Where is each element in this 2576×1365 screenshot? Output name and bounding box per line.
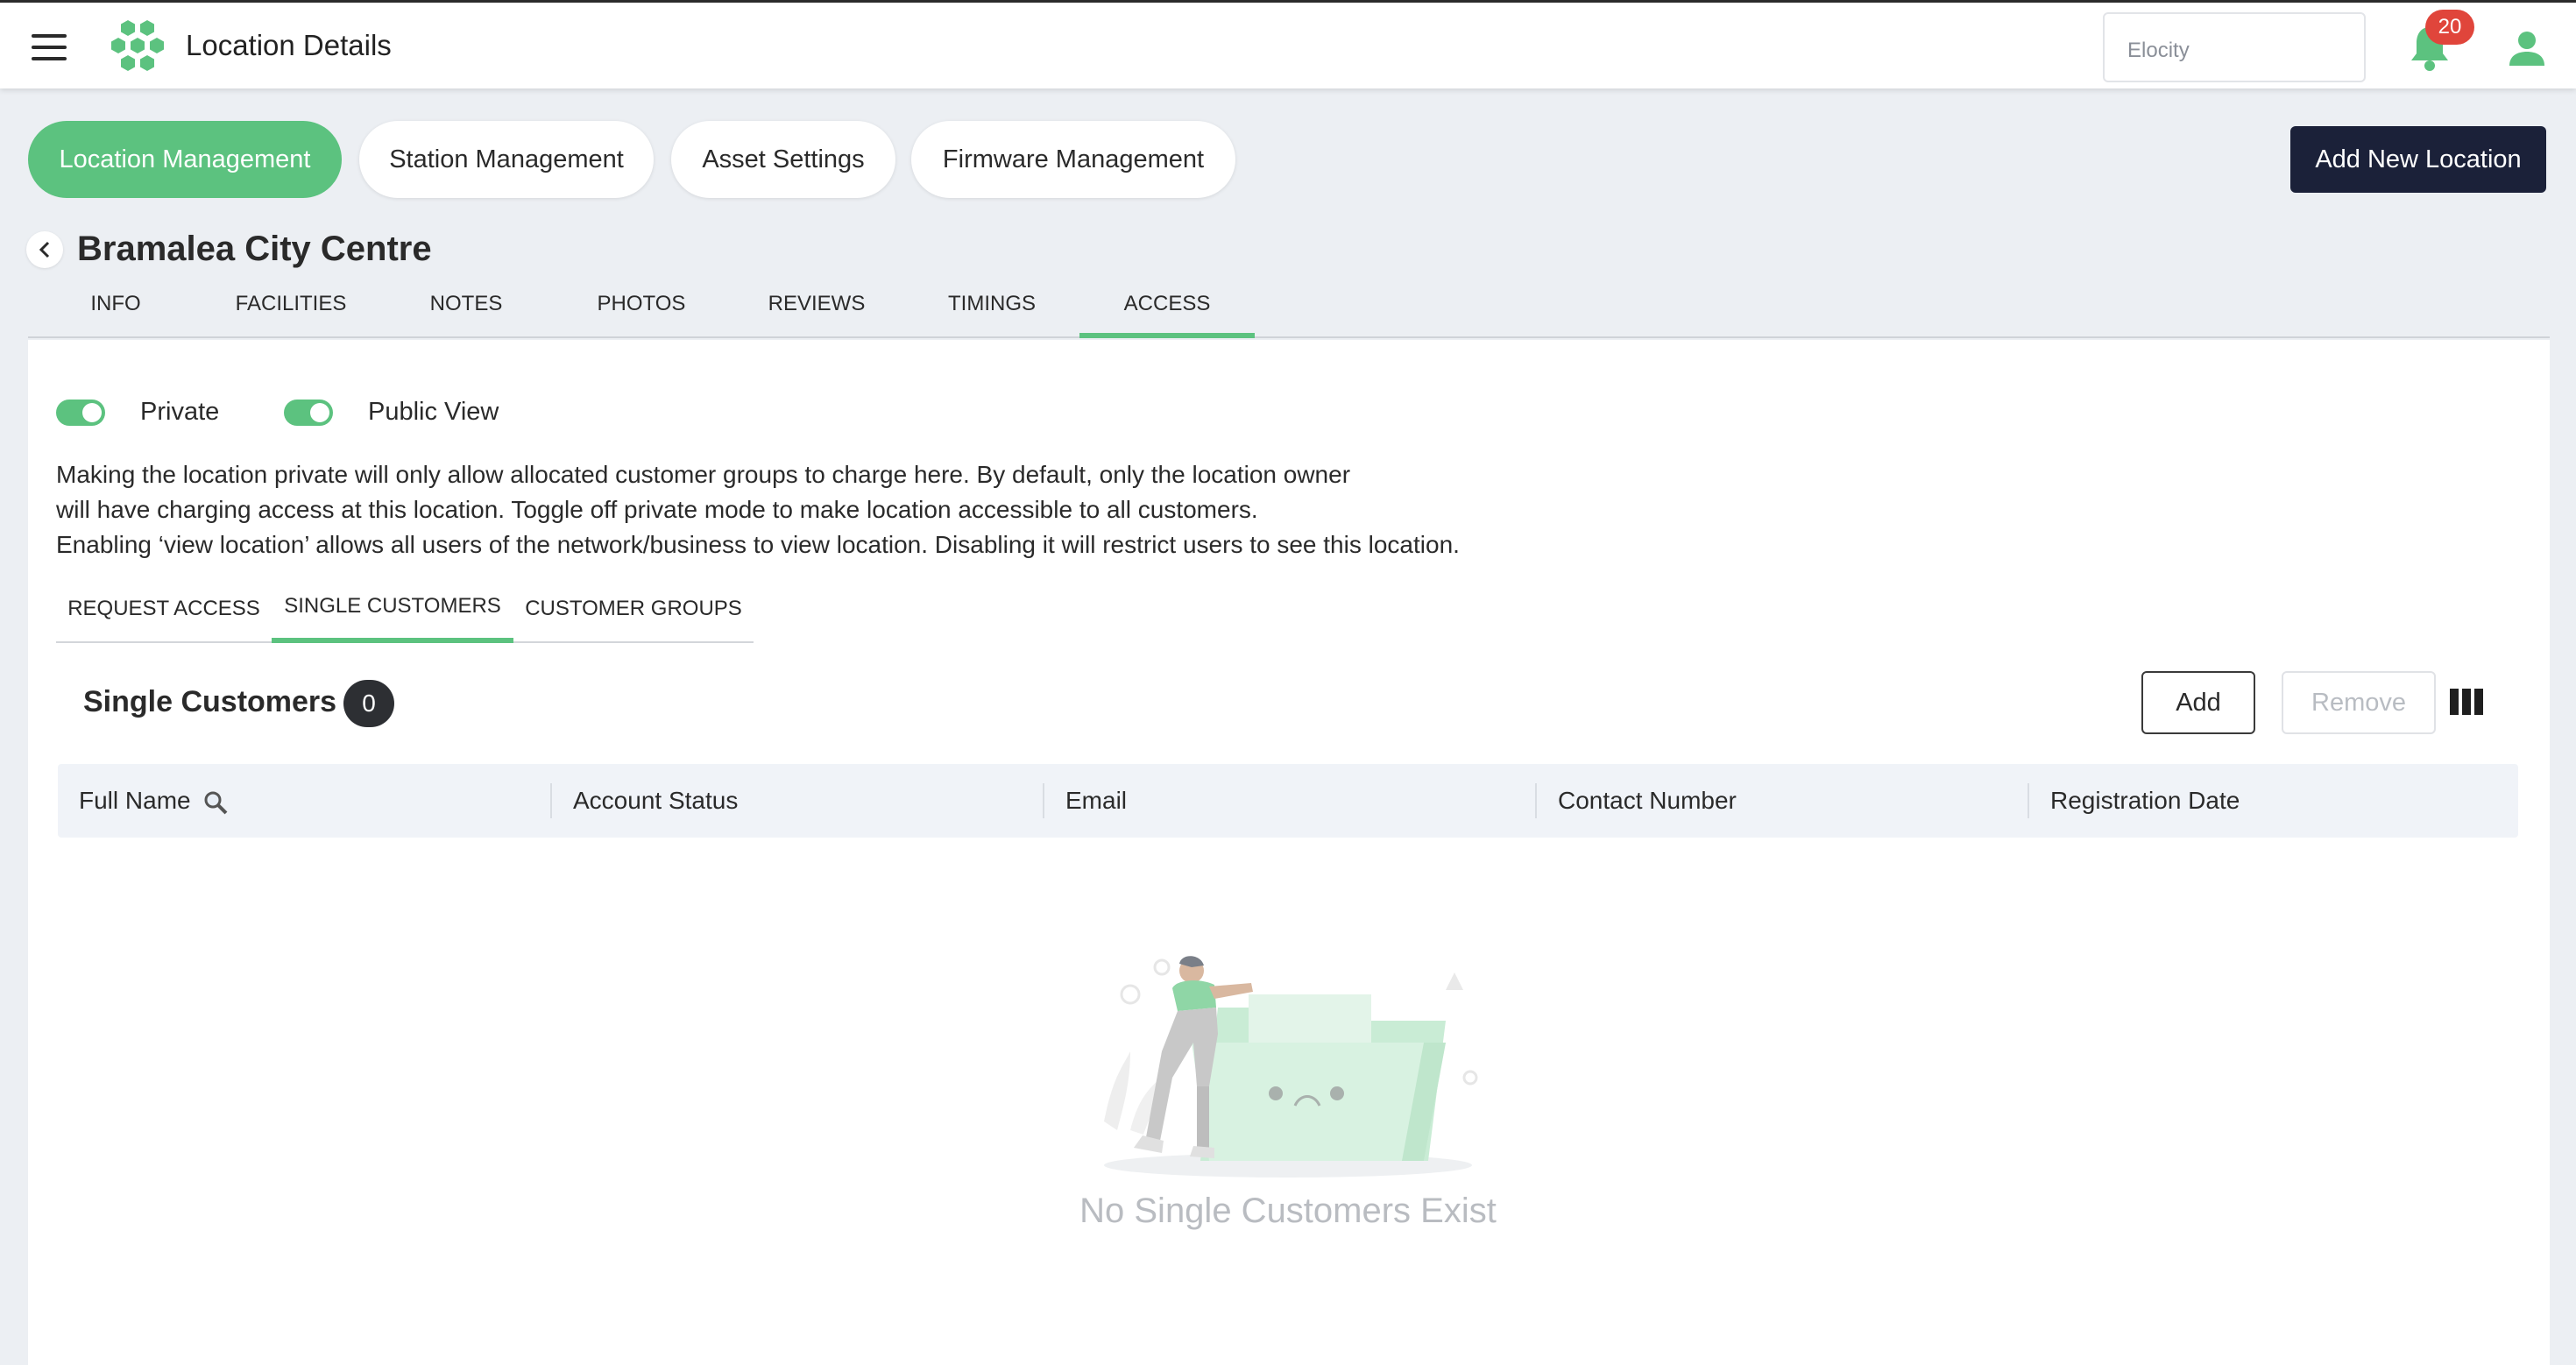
chevron-left-icon [39, 241, 50, 258]
columns-icon[interactable] [2450, 689, 2483, 715]
nav-location-management[interactable]: Location Management [28, 121, 342, 198]
subtab-single-customers[interactable]: SINGLE CUSTOMERS [272, 580, 513, 643]
section-title: Single Customers [83, 685, 337, 718]
column-header-registration-date[interactable]: Registration Date [2028, 783, 2518, 818]
access-description-line-1: Making the location private will only al… [56, 461, 1351, 488]
tab-info[interactable]: INFO [28, 279, 203, 338]
search-icon[interactable] [202, 789, 229, 816]
column-header-account-status[interactable]: Account Status [550, 783, 1043, 818]
top-bar: Location Details Elocity 20 [0, 0, 2576, 88]
access-description-line-2: will have charging access at this locati… [56, 496, 1258, 523]
empty-state-message: No Single Customers Exist [1079, 1192, 1497, 1230]
empty-folder-illustration [1104, 956, 1478, 1178]
nav-station-management[interactable]: Station Management [359, 121, 654, 198]
add-new-location-button[interactable]: Add New Location [2290, 126, 2546, 193]
column-header-contact-number[interactable]: Contact Number [1535, 783, 2028, 818]
notification-badge: 20 [2425, 10, 2474, 45]
public-view-toggle[interactable] [284, 400, 333, 426]
tab-photos[interactable]: PHOTOS [554, 279, 729, 338]
column-header-full-name[interactable]: Full Name [58, 764, 552, 838]
tab-access[interactable]: ACCESS [1079, 279, 1255, 338]
subtab-request-access[interactable]: REQUEST ACCESS [56, 580, 272, 643]
menu-icon[interactable] [32, 34, 67, 60]
column-label: Full Name [79, 787, 191, 814]
hexagon-logo-icon [111, 20, 164, 71]
add-customer-button[interactable]: Add [2141, 671, 2255, 734]
tab-reviews[interactable]: REVIEWS [729, 279, 904, 338]
access-subtabs: REQUEST ACCESS SINGLE CUSTOMERS CUSTOMER… [56, 580, 754, 643]
tab-facilities[interactable]: FACILITIES [203, 279, 379, 338]
access-description-line-3: Enabling ‘view location’ allows all user… [56, 531, 1460, 558]
column-header-email[interactable]: Email [1043, 783, 1535, 818]
organization-select[interactable]: Elocity [2103, 12, 2366, 82]
remove-customer-button: Remove [2282, 671, 2436, 734]
nav-asset-settings[interactable]: Asset Settings [671, 121, 895, 198]
private-label: Private [140, 398, 220, 426]
private-toggle[interactable] [56, 400, 105, 426]
user-icon[interactable] [2508, 29, 2546, 67]
tab-notes[interactable]: NOTES [379, 279, 554, 338]
page-title: Location Details [186, 29, 392, 61]
location-tabs: INFO FACILITIES NOTES PHOTOS REVIEWS TIM… [28, 279, 2550, 338]
public-view-label: Public View [368, 398, 499, 426]
location-name: Bramalea City Centre [77, 230, 432, 268]
subtab-customer-groups[interactable]: CUSTOMER GROUPS [513, 580, 754, 643]
tab-timings[interactable]: TIMINGS [904, 279, 1079, 338]
nav-firmware-management[interactable]: Firmware Management [911, 121, 1235, 198]
table-header: Full Name Account Status Email Contact N… [58, 764, 2518, 838]
customer-count-badge: 0 [343, 680, 394, 727]
back-button[interactable] [26, 231, 63, 268]
